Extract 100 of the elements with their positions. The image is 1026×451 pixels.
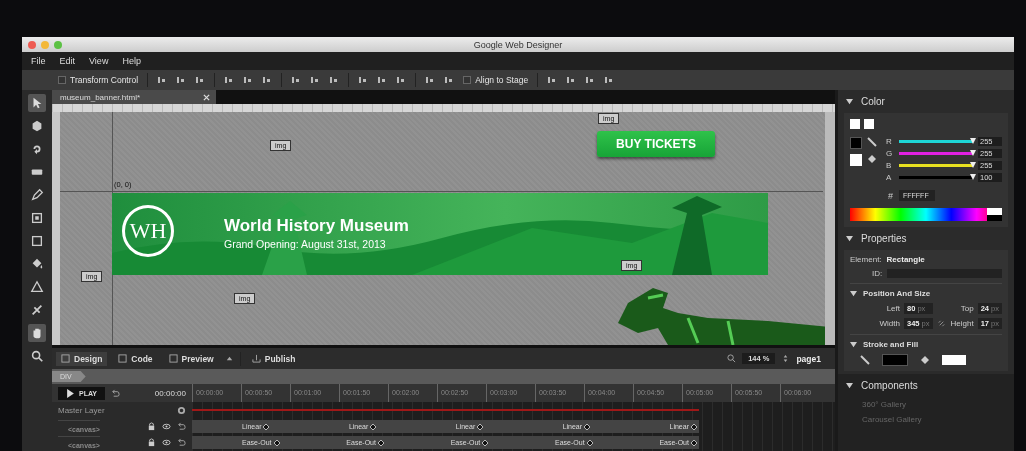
panel-title[interactable]: Properties: [861, 233, 907, 244]
color-spectrum[interactable]: [850, 208, 1002, 221]
align-to-stage-checkbox[interactable]: Align to Stage: [463, 75, 529, 85]
section-title[interactable]: Position And Size: [863, 289, 931, 298]
triangle-tool-icon: [30, 280, 44, 294]
close-icon[interactable]: [203, 93, 210, 101]
close-icon[interactable]: [28, 40, 36, 49]
lock-icon[interactable]: [147, 437, 156, 447]
color-slider[interactable]: [899, 140, 973, 143]
settings-icon[interactable]: [177, 405, 186, 415]
keyframe-diamond-icon: [477, 423, 484, 430]
transform-control-checkbox[interactable]: Transform Control: [58, 75, 139, 85]
lock-icon[interactable]: [147, 421, 156, 431]
align-icon[interactable]: [396, 75, 407, 85]
play-icon: [66, 388, 75, 398]
align-icon[interactable]: [604, 75, 615, 85]
eye-icon[interactable]: [162, 437, 171, 447]
align-icon[interactable]: [243, 75, 254, 85]
expand-triangle-icon[interactable]: [850, 290, 857, 297]
field-label: Height: [950, 319, 974, 328]
id-label: ID:: [872, 269, 883, 278]
upload-icon: [251, 354, 261, 363]
link-icon[interactable]: [936, 319, 946, 328]
expand-triangle-icon[interactable]: [846, 382, 853, 389]
align-icon[interactable]: [547, 75, 558, 85]
menu-item[interactable]: File: [31, 56, 46, 66]
panel-title[interactable]: Color: [861, 96, 885, 107]
undo-icon[interactable]: [177, 437, 186, 447]
align-icon[interactable]: [224, 75, 235, 85]
align-icon[interactable]: [291, 75, 302, 85]
publish-button[interactable]: Publish: [246, 351, 301, 366]
menu-item[interactable]: View: [89, 56, 109, 66]
fill-color-swatch[interactable]: [942, 355, 966, 365]
tool-button[interactable]: [28, 94, 46, 112]
keyframe-diamond-icon: [482, 439, 489, 446]
align-icon[interactable]: [262, 75, 273, 85]
expand-triangle-icon[interactable]: [846, 235, 853, 242]
document-tab-label[interactable]: museum_banner.html*: [60, 92, 141, 102]
mode-tab[interactable]: Preview: [163, 351, 219, 366]
window-title: Google Web Designer: [473, 39, 563, 50]
keyframe-diamond-icon: [584, 423, 591, 430]
stroke-color-swatch[interactable]: [882, 354, 908, 366]
channel-label: B: [886, 161, 893, 170]
channel-label: G: [886, 149, 894, 158]
keyframe-diamond-icon: [263, 423, 270, 430]
element-label: Element:: [850, 255, 882, 264]
banner-title: World History Museum: [224, 216, 409, 236]
align-icon[interactable]: [358, 75, 369, 85]
align-icon[interactable]: [425, 75, 436, 85]
paint-bucket-icon[interactable]: [920, 355, 930, 365]
paint-bucket-icon[interactable]: [867, 154, 877, 164]
align-icon[interactable]: [310, 75, 321, 85]
align-icon[interactable]: [157, 75, 168, 85]
zoom-icon: [727, 354, 737, 363]
bucket-tool-icon: [30, 257, 44, 271]
mode-icon: [118, 354, 128, 363]
hex-label: #: [888, 190, 893, 201]
channel-label: R: [886, 137, 893, 146]
undo-icon[interactable]: [177, 421, 186, 431]
expand-triangle-icon[interactable]: [850, 341, 857, 348]
pencil-icon[interactable]: [860, 355, 870, 365]
color-slider[interactable]: [899, 152, 973, 155]
color-slider[interactable]: [899, 164, 973, 167]
align-icon[interactable]: [176, 75, 187, 85]
color-slider[interactable]: [899, 176, 973, 179]
panel-title[interactable]: Components: [861, 380, 918, 391]
align-icon[interactable]: [566, 75, 577, 85]
expand-triangle-icon[interactable]: [846, 98, 853, 105]
fill-color-swatch[interactable]: [850, 154, 862, 166]
mode-tab[interactable]: Design: [56, 351, 108, 366]
mode-icon: [61, 354, 70, 363]
align-icon[interactable]: [195, 75, 206, 85]
menu-item[interactable]: Help: [122, 56, 141, 66]
layer-name[interactable]: Master Layer: [58, 405, 105, 415]
cube-tool-icon: [30, 119, 44, 133]
undo-icon[interactable]: [111, 388, 121, 398]
color-swatch[interactable]: [850, 119, 860, 129]
vertical-scrollbar[interactable]: [825, 112, 835, 345]
mode-tab[interactable]: Code: [113, 351, 158, 366]
align-icon[interactable]: [377, 75, 388, 85]
element-type: Rectangle: [886, 255, 925, 264]
pen-tool-icon: [30, 188, 44, 202]
keyframe-diamond-icon: [690, 439, 697, 446]
channel-label: A: [886, 173, 893, 182]
rect-tool-icon: [30, 234, 44, 248]
align-icon[interactable]: [585, 75, 596, 85]
eye-icon[interactable]: [162, 421, 171, 431]
keyframe-diamond-icon: [586, 439, 593, 446]
color-swatch[interactable]: [864, 119, 874, 129]
logo: WH: [122, 205, 174, 257]
section-title[interactable]: Stroke and Fill: [863, 340, 919, 349]
menu-item[interactable]: Edit: [59, 56, 76, 66]
pencil-icon[interactable]: [867, 137, 877, 147]
page-selector[interactable]: page1: [796, 353, 835, 364]
document-tab[interactable]: museum_banner.html*: [52, 90, 216, 104]
align-icon[interactable]: [444, 75, 455, 85]
tool-button[interactable]: [28, 186, 46, 204]
align-icon[interactable]: [329, 75, 340, 85]
caret-icon[interactable]: [224, 354, 234, 363]
stroke-color-swatch[interactable]: [850, 137, 862, 149]
